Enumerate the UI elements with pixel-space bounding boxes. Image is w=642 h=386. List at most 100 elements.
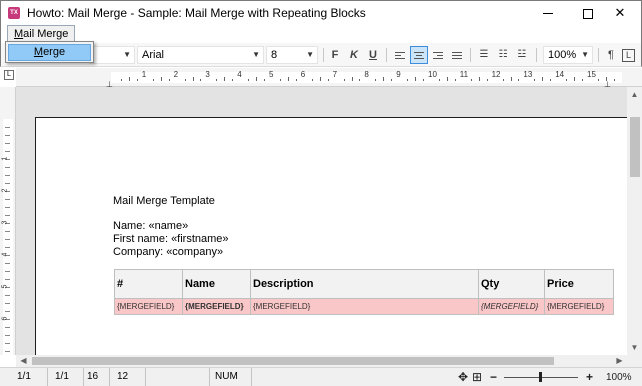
ruler-number: 7 bbox=[332, 70, 338, 79]
align-center-icon bbox=[414, 50, 424, 61]
table-header-cell[interactable]: Name bbox=[182, 270, 250, 298]
table-header-cell[interactable]: # bbox=[114, 270, 182, 298]
horizontal-scrollbar[interactable]: ◀ ▶ bbox=[16, 355, 627, 367]
ruler-number: 6 bbox=[1, 316, 9, 321]
outline-list-button[interactable]: ☳ bbox=[513, 46, 531, 64]
menu-item-merge-accel: M bbox=[33, 46, 44, 58]
ruler-tick bbox=[5, 127, 10, 128]
zoom-combo[interactable]: 100% ▼ bbox=[543, 46, 593, 64]
ruler-tick bbox=[5, 207, 10, 208]
underline-button[interactable]: U bbox=[364, 46, 382, 64]
ruler-tab-selector[interactable]: L bbox=[4, 70, 14, 80]
merge-line-company: Company: «company» bbox=[113, 246, 224, 258]
ruler-tick bbox=[510, 77, 512, 81]
ruler-tick bbox=[534, 79, 536, 81]
ruler-tick bbox=[438, 79, 440, 81]
ruler-tick bbox=[5, 167, 10, 168]
ruler-tick bbox=[375, 79, 377, 81]
table-row: {MERGEFIELD} {MERGEFIELD} {MERGEFIELD} {… bbox=[114, 299, 614, 315]
bullet-list-icon: ☰ bbox=[479, 49, 489, 60]
font-size-combo[interactable]: 8 ▼ bbox=[266, 46, 318, 64]
menu-mail-merge[interactable]: Mail Merge bbox=[7, 25, 76, 42]
show-formatting-button[interactable]: ¶ bbox=[602, 46, 620, 64]
maximize-icon bbox=[583, 8, 593, 19]
tab-type-button[interactable]: L bbox=[622, 49, 635, 62]
ruler-tick bbox=[224, 77, 226, 81]
ruler-tick bbox=[5, 311, 10, 312]
status-section: 1/1 bbox=[52, 368, 84, 386]
mergefield-cell[interactable]: {MERGEFIELD} bbox=[250, 299, 478, 314]
document-heading: Mail Merge Template bbox=[113, 195, 215, 207]
menu-item-merge[interactable]: Merge bbox=[8, 44, 91, 61]
fit-page-icon[interactable]: ⊞ bbox=[472, 369, 482, 386]
ruler-number: 5 bbox=[1, 284, 9, 289]
document-page[interactable]: Mail Merge Template Name: «name» First n… bbox=[35, 117, 627, 355]
ruler-tick bbox=[613, 79, 615, 81]
align-right-button[interactable] bbox=[429, 46, 447, 64]
zoom-out-button[interactable]: − bbox=[490, 369, 497, 386]
ruler-tick bbox=[216, 79, 218, 81]
minimize-icon bbox=[543, 13, 553, 15]
align-center-button[interactable] bbox=[410, 46, 428, 64]
ruler-tick bbox=[518, 79, 520, 81]
menu-item-merge-label: erge bbox=[43, 46, 66, 58]
numbered-list-button[interactable]: ☷ bbox=[494, 46, 512, 64]
table-header-cell[interactable]: Qty bbox=[478, 270, 544, 298]
ruler-tick bbox=[319, 77, 321, 81]
vertical-ruler[interactable]: 1 2 3 4 5 6 bbox=[0, 87, 16, 355]
mergefield-cell[interactable]: {MERGEFIELD} bbox=[478, 299, 544, 314]
ruler-tick bbox=[168, 79, 170, 81]
vertical-scrollbar[interactable]: ▲ ▼ bbox=[627, 87, 642, 355]
zoom-in-button[interactable]: + bbox=[586, 369, 593, 386]
document-area[interactable]: Mail Merge Template Name: «name» First n… bbox=[16, 87, 627, 355]
ruler-tick bbox=[391, 79, 393, 81]
bullet-list-button[interactable]: ☰ bbox=[475, 46, 493, 64]
ruler-tick bbox=[383, 77, 385, 81]
ruler-number: 5 bbox=[269, 70, 274, 79]
toolbar-separator bbox=[470, 48, 471, 62]
ruler-tick bbox=[5, 151, 10, 152]
ruler-tick bbox=[248, 79, 250, 81]
align-left-button[interactable] bbox=[391, 46, 409, 64]
horizontal-scroll-thumb[interactable] bbox=[32, 357, 554, 365]
table-header-cell[interactable]: Price bbox=[544, 270, 614, 298]
toolbar-separator bbox=[323, 48, 324, 62]
table-header-cell[interactable]: Description bbox=[250, 270, 478, 298]
ruler-tick bbox=[486, 79, 488, 81]
horizontal-ruler[interactable]: ⊥ ⊥ 1 2 3 4 5 6 7 8 9 10 11 12 13 14 15 bbox=[16, 68, 642, 89]
ruler-tick bbox=[327, 79, 329, 81]
ruler-tick bbox=[120, 79, 122, 81]
menu-mail-merge-accel: M bbox=[14, 28, 24, 40]
outline-list-icon: ☳ bbox=[517, 49, 527, 60]
italic-button[interactable]: K bbox=[345, 46, 363, 64]
font-combo[interactable]: Arial ▼ bbox=[137, 46, 264, 64]
status-column: 12 bbox=[114, 368, 146, 386]
ruler-tick bbox=[5, 335, 10, 336]
ruler-number: 10 bbox=[428, 70, 437, 79]
ruler-tick bbox=[5, 247, 10, 248]
vertical-scroll-thumb[interactable] bbox=[630, 117, 640, 177]
bold-button[interactable]: F bbox=[326, 46, 344, 64]
scroll-left-icon[interactable]: ◀ bbox=[16, 355, 31, 367]
style-combo[interactable]: ▼ bbox=[89, 46, 135, 64]
ruler-tick bbox=[542, 77, 544, 81]
mail-merge-dropdown: Merge bbox=[5, 41, 94, 63]
scroll-down-icon[interactable]: ▼ bbox=[627, 340, 642, 355]
justify-button[interactable] bbox=[448, 46, 466, 64]
merge-line-name: Name: «name» bbox=[113, 220, 189, 232]
ruler-tick bbox=[279, 79, 281, 81]
ruler-tick bbox=[160, 77, 162, 81]
close-button[interactable]: ✕ bbox=[597, 1, 642, 25]
scroll-up-icon[interactable]: ▲ bbox=[627, 87, 642, 102]
scroll-right-icon[interactable]: ▶ bbox=[612, 355, 627, 367]
chevron-down-icon: ▼ bbox=[123, 50, 131, 59]
mergefield-cell[interactable]: {MERGEFIELD} bbox=[182, 299, 250, 314]
mergefield-cell[interactable]: {MERGEFIELD} bbox=[544, 299, 614, 314]
zoom-slider-thumb[interactable] bbox=[539, 372, 542, 382]
ruler-number: 1 bbox=[1, 156, 9, 161]
move-page-icon[interactable]: ✥ bbox=[458, 369, 468, 386]
ruler-tick bbox=[478, 77, 480, 81]
mergefield-cell[interactable]: {MERGEFIELD} bbox=[114, 299, 182, 314]
ruler-number: 14 bbox=[555, 70, 565, 79]
toolbar-separator bbox=[536, 48, 537, 62]
